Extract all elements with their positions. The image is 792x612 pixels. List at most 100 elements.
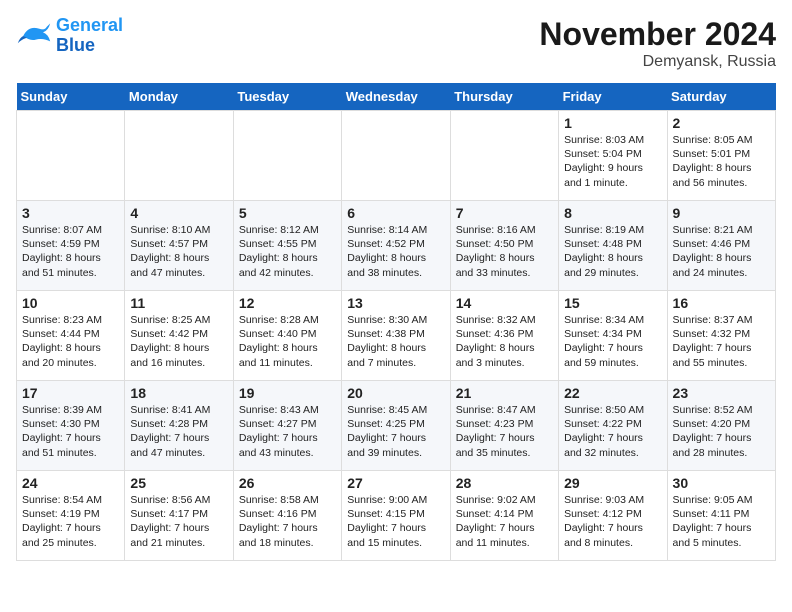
day-info: Sunrise: 8:56 AM Sunset: 4:17 PM Dayligh… [130,493,227,550]
title-block: November 2024 Demyansk, Russia [539,16,776,71]
day-info: Sunrise: 9:00 AM Sunset: 4:15 PM Dayligh… [347,493,444,550]
day-info: Sunrise: 8:12 AM Sunset: 4:55 PM Dayligh… [239,223,336,280]
day-info: Sunrise: 8:07 AM Sunset: 4:59 PM Dayligh… [22,223,119,280]
header-sunday: Sunday [17,83,125,111]
calendar-cell: 22 Sunrise: 8:50 AM Sunset: 4:22 PM Dayli… [559,381,667,471]
calendar-cell: 9 Sunrise: 8:21 AM Sunset: 4:46 PM Daylig… [667,201,775,291]
day-number: 16 [673,295,770,311]
day-info: Sunrise: 8:25 AM Sunset: 4:42 PM Dayligh… [130,313,227,370]
month-title: November 2024 [539,16,776,53]
calendar-cell: 12 Sunrise: 8:28 AM Sunset: 4:40 PM Dayli… [233,291,341,381]
day-number: 23 [673,385,770,401]
calendar-cell [17,111,125,201]
day-number: 14 [456,295,553,311]
day-number: 13 [347,295,444,311]
day-info: Sunrise: 8:23 AM Sunset: 4:44 PM Dayligh… [22,313,119,370]
header-friday: Friday [559,83,667,111]
day-number: 19 [239,385,336,401]
day-number: 15 [564,295,661,311]
calendar-cell: 15 Sunrise: 8:34 AM Sunset: 4:34 PM Dayli… [559,291,667,381]
day-number: 10 [22,295,119,311]
day-number: 17 [22,385,119,401]
calendar-cell: 20 Sunrise: 8:45 AM Sunset: 4:25 PM Dayli… [342,381,450,471]
day-number: 20 [347,385,444,401]
calendar-cell: 17Sunrise: 8:39 AM Sunset: 4:30 PM Dayli… [17,381,125,471]
day-info: Sunrise: 8:54 AM Sunset: 4:19 PM Dayligh… [22,493,119,550]
day-number: 25 [130,475,227,491]
day-info: Sunrise: 8:30 AM Sunset: 4:38 PM Dayligh… [347,313,444,370]
day-number: 27 [347,475,444,491]
day-info: Sunrise: 8:10 AM Sunset: 4:57 PM Dayligh… [130,223,227,280]
header-monday: Monday [125,83,233,111]
day-info: Sunrise: 8:34 AM Sunset: 4:34 PM Dayligh… [564,313,661,370]
day-info: Sunrise: 8:21 AM Sunset: 4:46 PM Dayligh… [673,223,770,280]
day-info: Sunrise: 8:50 AM Sunset: 4:22 PM Dayligh… [564,403,661,460]
day-info: Sunrise: 9:02 AM Sunset: 4:14 PM Dayligh… [456,493,553,550]
day-info: Sunrise: 8:05 AM Sunset: 5:01 PM Dayligh… [673,133,770,190]
calendar-cell: 16 Sunrise: 8:37 AM Sunset: 4:32 PM Dayli… [667,291,775,381]
day-number: 6 [347,205,444,221]
calendar-cell [233,111,341,201]
calendar-cell: 7Sunrise: 8:16 AM Sunset: 4:50 PM Daylig… [450,201,558,291]
day-info: Sunrise: 8:14 AM Sunset: 4:52 PM Dayligh… [347,223,444,280]
header-tuesday: Tuesday [233,83,341,111]
day-number: 11 [130,295,227,311]
day-info: Sunrise: 8:45 AM Sunset: 4:25 PM Dayligh… [347,403,444,460]
calendar-cell: 1Sunrise: 8:03 AM Sunset: 5:04 PM Daylig… [559,111,667,201]
calendar-week-row: 10 Sunrise: 8:23 AM Sunset: 4:44 PM Dayli… [17,291,776,381]
calendar-cell: 10 Sunrise: 8:23 AM Sunset: 4:44 PM Dayli… [17,291,125,381]
day-number: 2 [673,115,770,131]
calendar-cell [450,111,558,201]
header-thursday: Thursday [450,83,558,111]
calendar-cell: 14 Sunrise: 8:32 AM Sunset: 4:36 PM Dayli… [450,291,558,381]
calendar-cell: 18Sunrise: 8:41 AM Sunset: 4:28 PM Dayli… [125,381,233,471]
calendar-cell: 8 Sunrise: 8:19 AM Sunset: 4:48 PM Daylig… [559,201,667,291]
calendar-table: SundayMondayTuesdayWednesdayThursdayFrid… [16,83,776,561]
day-info: Sunrise: 8:58 AM Sunset: 4:16 PM Dayligh… [239,493,336,550]
day-number: 28 [456,475,553,491]
day-info: Sunrise: 8:43 AM Sunset: 4:27 PM Dayligh… [239,403,336,460]
calendar-cell: 26 Sunrise: 8:58 AM Sunset: 4:16 PM Dayli… [233,471,341,561]
day-info: Sunrise: 8:32 AM Sunset: 4:36 PM Dayligh… [456,313,553,370]
calendar-cell: 5 Sunrise: 8:12 AM Sunset: 4:55 PM Daylig… [233,201,341,291]
calendar-cell: 19 Sunrise: 8:43 AM Sunset: 4:27 PM Dayli… [233,381,341,471]
day-info: Sunrise: 8:19 AM Sunset: 4:48 PM Dayligh… [564,223,661,280]
day-number: 26 [239,475,336,491]
day-info: Sunrise: 8:37 AM Sunset: 4:32 PM Dayligh… [673,313,770,370]
day-number: 24 [22,475,119,491]
logo-text-line1: General [56,16,123,36]
day-number: 5 [239,205,336,221]
calendar-cell: 4 Sunrise: 8:10 AM Sunset: 4:57 PM Daylig… [125,201,233,291]
calendar-cell: 29 Sunrise: 9:03 AM Sunset: 4:12 PM Dayli… [559,471,667,561]
day-number: 8 [564,205,661,221]
calendar-week-row: 3Sunrise: 8:07 AM Sunset: 4:59 PM Daylig… [17,201,776,291]
calendar-cell [342,111,450,201]
day-info: Sunrise: 9:03 AM Sunset: 4:12 PM Dayligh… [564,493,661,550]
location: Demyansk, Russia [539,53,776,71]
calendar-cell: 24 Sunrise: 8:54 AM Sunset: 4:19 PM Dayli… [17,471,125,561]
day-number: 22 [564,385,661,401]
logo-bird-icon [16,18,52,54]
calendar-cell: 28 Sunrise: 9:02 AM Sunset: 4:14 PM Dayli… [450,471,558,561]
day-number: 9 [673,205,770,221]
day-info: Sunrise: 8:47 AM Sunset: 4:23 PM Dayligh… [456,403,553,460]
calendar-cell [125,111,233,201]
day-info: Sunrise: 8:16 AM Sunset: 4:50 PM Dayligh… [456,223,553,280]
logo-text-line2: Blue [56,36,123,56]
logo: General Blue [16,16,123,56]
day-number: 18 [130,385,227,401]
day-number: 30 [673,475,770,491]
calendar-cell: 13 Sunrise: 8:30 AM Sunset: 4:38 PM Dayli… [342,291,450,381]
header-saturday: Saturday [667,83,775,111]
day-number: 1 [564,115,661,131]
day-number: 4 [130,205,227,221]
calendar-cell: 27 Sunrise: 9:00 AM Sunset: 4:15 PM Dayli… [342,471,450,561]
day-number: 29 [564,475,661,491]
day-info: Sunrise: 8:52 AM Sunset: 4:20 PM Dayligh… [673,403,770,460]
calendar-cell: 25 Sunrise: 8:56 AM Sunset: 4:17 PM Dayli… [125,471,233,561]
page-header: General Blue November 2024 Demyansk, Rus… [16,16,776,71]
day-number: 12 [239,295,336,311]
day-info: Sunrise: 8:28 AM Sunset: 4:40 PM Dayligh… [239,313,336,370]
calendar-cell: 23 Sunrise: 8:52 AM Sunset: 4:20 PM Dayli… [667,381,775,471]
calendar-week-row: 1Sunrise: 8:03 AM Sunset: 5:04 PM Daylig… [17,111,776,201]
